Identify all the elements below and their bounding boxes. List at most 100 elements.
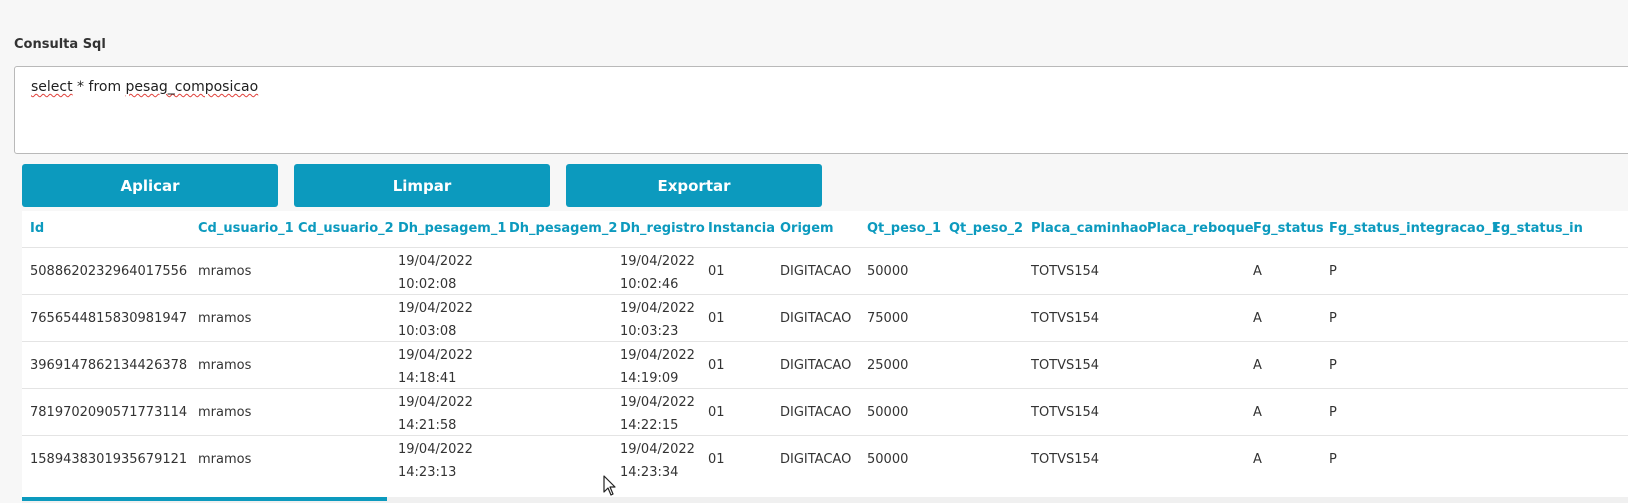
apply-button[interactable]: Aplicar xyxy=(22,164,278,207)
column-header-dh-pesagem-2[interactable]: Dh_pesagem_2 xyxy=(509,221,617,236)
cell-fg-status-integracao-1: P xyxy=(1329,358,1337,373)
cell-fg-status-integracao-1: P xyxy=(1329,452,1337,467)
cell-fg-status: A xyxy=(1253,264,1262,279)
cell-dh-registro: 19/04/2022 10:03:23 xyxy=(620,297,695,343)
cell-dh-pesagem-1: 19/04/2022 10:02:08 xyxy=(398,250,473,296)
horizontal-scrollbar[interactable] xyxy=(22,497,1628,503)
cell-origem: DIGITACAO xyxy=(780,405,852,420)
cell-instancia: 01 xyxy=(708,311,725,326)
cell-cd-usuario-1: mramos xyxy=(198,405,252,420)
cell-placa-caminhao: TOTVS154 xyxy=(1031,264,1100,279)
column-header-cd-usuario-1[interactable]: Cd_usuario_1 xyxy=(198,221,294,236)
cell-dh-pesagem-1-date: 19/04/2022 xyxy=(398,254,473,269)
sql-query-input[interactable]: select * from pesag_composicao xyxy=(14,66,1628,154)
column-header-origem[interactable]: Origem xyxy=(780,221,834,236)
cell-qt-peso-1: 25000 xyxy=(867,358,909,373)
cell-dh-registro-date: 19/04/2022 xyxy=(620,395,695,410)
cell-dh-registro-date: 19/04/2022 xyxy=(620,348,695,363)
table-row[interactable]: 7819702090571773114 mramos 19/04/2022 14:21… xyxy=(22,388,1628,437)
cell-dh-pesagem-1-time: 10:02:08 xyxy=(398,277,457,292)
column-header-placa-caminhao[interactable]: Placa_caminhao xyxy=(1031,221,1147,236)
cell-qt-peso-1: 50000 xyxy=(867,264,909,279)
table-row[interactable]: 1589438301935679121 mramos 19/04/2022 14:23… xyxy=(22,435,1628,484)
cell-fg-status-integracao-1: P xyxy=(1329,311,1337,326)
cell-fg-status: A xyxy=(1253,405,1262,420)
cell-dh-pesagem-1-time: 10:03:08 xyxy=(398,324,457,339)
mouse-pointer-icon xyxy=(603,475,616,496)
cell-cd-usuario-1: mramos xyxy=(198,452,252,467)
cell-fg-status: A xyxy=(1253,358,1262,373)
column-header-cd-usuario-2[interactable]: Cd_usuario_2 xyxy=(298,221,394,236)
cell-dh-pesagem-1-date: 19/04/2022 xyxy=(398,442,473,457)
cell-placa-caminhao: TOTVS154 xyxy=(1031,358,1100,373)
cell-qt-peso-1: 50000 xyxy=(867,452,909,467)
column-header-instancia[interactable]: Instancia xyxy=(708,221,775,236)
cell-instancia: 01 xyxy=(708,264,725,279)
cell-cd-usuario-1: mramos xyxy=(198,264,252,279)
cell-instancia: 01 xyxy=(708,405,725,420)
cell-dh-pesagem-1-date: 19/04/2022 xyxy=(398,348,473,363)
cell-dh-registro-date: 19/04/2022 xyxy=(620,442,695,457)
column-header-fg-status-in[interactable]: Fg_status_in xyxy=(1492,221,1583,236)
cell-cd-usuario-1: mramos xyxy=(198,358,252,373)
column-header-dh-registro[interactable]: Dh_registro xyxy=(620,221,705,236)
cell-dh-registro-time: 10:03:23 xyxy=(620,324,679,339)
cell-dh-pesagem-1-time: 14:18:41 xyxy=(398,371,457,386)
horizontal-scrollbar-thumb[interactable] xyxy=(22,497,387,501)
cell-dh-pesagem-1: 19/04/2022 14:21:58 xyxy=(398,391,473,437)
cell-dh-registro-time: 14:19:09 xyxy=(620,371,679,386)
cell-dh-registro: 19/04/2022 14:19:09 xyxy=(620,344,695,390)
table-row[interactable]: 7656544815830981947 mramos 19/04/2022 10:03… xyxy=(22,294,1628,343)
clear-button[interactable]: Limpar xyxy=(294,164,550,207)
column-header-dh-pesagem-1[interactable]: Dh_pesagem_1 xyxy=(398,221,506,236)
cell-id: 3969147862134426378 xyxy=(30,358,188,373)
cell-origem: DIGITACAO xyxy=(780,358,852,373)
cell-dh-registro: 19/04/2022 10:02:46 xyxy=(620,250,695,296)
cell-dh-pesagem-1: 19/04/2022 10:03:08 xyxy=(398,297,473,343)
cell-dh-registro-time: 14:23:34 xyxy=(620,465,679,480)
cell-dh-registro: 19/04/2022 14:23:34 xyxy=(620,438,695,484)
column-header-fg-status[interactable]: Fg_status xyxy=(1253,221,1324,236)
cell-qt-peso-1: 75000 xyxy=(867,311,909,326)
cell-id: 7819702090571773114 xyxy=(30,405,188,420)
cell-id: 7656544815830981947 xyxy=(30,311,188,326)
cell-id: 1589438301935679121 xyxy=(30,452,188,467)
cell-dh-pesagem-1-date: 19/04/2022 xyxy=(398,395,473,410)
sql-query-text: select * from pesag_composicao xyxy=(31,79,258,95)
cell-dh-pesagem-1: 19/04/2022 14:18:41 xyxy=(398,344,473,390)
sql-query-label: Consulta Sql xyxy=(14,37,106,52)
cell-placa-caminhao: TOTVS154 xyxy=(1031,405,1100,420)
cell-instancia: 01 xyxy=(708,452,725,467)
cell-dh-pesagem-1: 19/04/2022 14:23:13 xyxy=(398,438,473,484)
cell-fg-status: A xyxy=(1253,452,1262,467)
cell-dh-registro-date: 19/04/2022 xyxy=(620,254,695,269)
results-table: Id Cd_usuario_1 Cd_usuario_2 Dh_pesagem_… xyxy=(22,211,1628,503)
cell-origem: DIGITACAO xyxy=(780,264,852,279)
column-header-placa-reboque[interactable]: Placa_reboque xyxy=(1147,221,1254,236)
table-header-row: Id Cd_usuario_1 Cd_usuario_2 Dh_pesagem_… xyxy=(22,211,1628,247)
column-header-fg-status-integracao-1[interactable]: Fg_status_integracao_1 xyxy=(1329,221,1500,236)
cell-qt-peso-1: 50000 xyxy=(867,405,909,420)
sql-table-name: pesag_composicao xyxy=(125,79,259,95)
cell-fg-status-integracao-1: P xyxy=(1329,264,1337,279)
cell-fg-status: A xyxy=(1253,311,1262,326)
sql-text-middle: * from xyxy=(72,79,126,95)
cell-cd-usuario-1: mramos xyxy=(198,311,252,326)
cell-dh-pesagem-1-time: 14:23:13 xyxy=(398,465,457,480)
table-row[interactable]: 5088620232964017556 mramos 19/04/2022 10:02… xyxy=(22,247,1628,296)
table-row[interactable]: 3969147862134426378 mramos 19/04/2022 14:18… xyxy=(22,341,1628,390)
cell-dh-registro-date: 19/04/2022 xyxy=(620,301,695,316)
cell-dh-pesagem-1-time: 14:21:58 xyxy=(398,418,457,433)
cell-origem: DIGITACAO xyxy=(780,311,852,326)
cell-instancia: 01 xyxy=(708,358,725,373)
cell-placa-caminhao: TOTVS154 xyxy=(1031,452,1100,467)
sql-keyword-select: select xyxy=(31,79,73,95)
cell-id: 5088620232964017556 xyxy=(30,264,188,279)
cell-origem: DIGITACAO xyxy=(780,452,852,467)
cell-dh-registro-time: 10:02:46 xyxy=(620,277,679,292)
column-header-qt-peso-1[interactable]: Qt_peso_1 xyxy=(867,221,941,236)
cell-placa-caminhao: TOTVS154 xyxy=(1031,311,1100,326)
column-header-id[interactable]: Id xyxy=(30,221,44,236)
column-header-qt-peso-2[interactable]: Qt_peso_2 xyxy=(949,221,1023,236)
export-button[interactable]: Exportar xyxy=(566,164,822,207)
